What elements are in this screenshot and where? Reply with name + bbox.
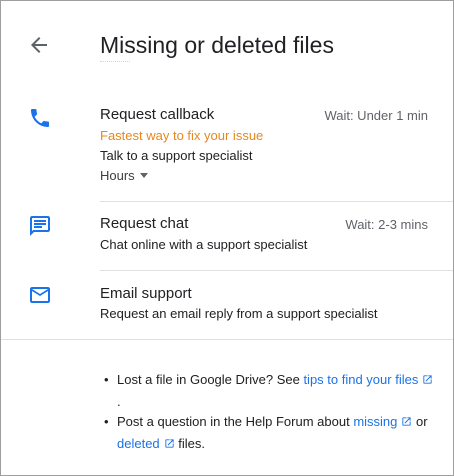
- resource-text: Post a question in the Help Forum about: [117, 414, 354, 429]
- bullet: •: [104, 414, 109, 429]
- deleted-link[interactable]: deleted: [117, 436, 175, 451]
- missing-link[interactable]: missing: [353, 414, 412, 429]
- wait-time: Wait: Under 1 min: [324, 108, 428, 123]
- trailing-period: .: [117, 394, 121, 409]
- open-in-new-icon: [165, 439, 174, 448]
- option-description: Talk to a support specialist: [100, 148, 253, 163]
- resource-item-drive-tips: • Lost a file in Google Drive? See tips …: [104, 369, 434, 413]
- open-in-new-icon: [423, 375, 432, 384]
- hours-dropdown[interactable]: Hours: [100, 167, 148, 185]
- resource-text-or: or: [412, 414, 428, 429]
- section-divider: [1, 339, 453, 340]
- email-icon: [28, 283, 52, 307]
- fastest-note: Fastest way to fix your issue: [100, 128, 264, 143]
- support-panel: Missing or deleted files Request callbac…: [0, 0, 454, 476]
- resource-text: Lost a file in Google Drive? See: [117, 372, 304, 387]
- request-chat-option[interactable]: Request chat Wait: 2-3 mins Chat online …: [1, 202, 453, 270]
- phone-icon: [28, 106, 52, 130]
- hours-label: Hours: [100, 168, 135, 183]
- tips-link[interactable]: tips to find your files: [303, 372, 433, 387]
- option-description: Chat online with a support specialist: [100, 237, 308, 252]
- resource-item-help-forum: • Post a question in the Help Forum abou…: [104, 411, 434, 455]
- open-in-new-icon: [402, 417, 412, 426]
- option-title: Request chat: [100, 215, 189, 232]
- bullet: •: [104, 372, 109, 387]
- option-description: Request an email reply from a support sp…: [100, 306, 378, 321]
- resource-text-files: files.: [174, 436, 205, 451]
- email-support-option[interactable]: Email support Request an email reply fro…: [1, 271, 453, 339]
- caret-down-icon: [139, 173, 148, 178]
- wait-time: Wait: 2-3 mins: [345, 217, 428, 232]
- request-callback-option[interactable]: Request callback Wait: Under 1 min Faste…: [1, 1, 453, 201]
- chat-icon: [28, 214, 52, 238]
- option-title: Request callback: [100, 106, 215, 123]
- option-title: Email support: [100, 285, 192, 302]
